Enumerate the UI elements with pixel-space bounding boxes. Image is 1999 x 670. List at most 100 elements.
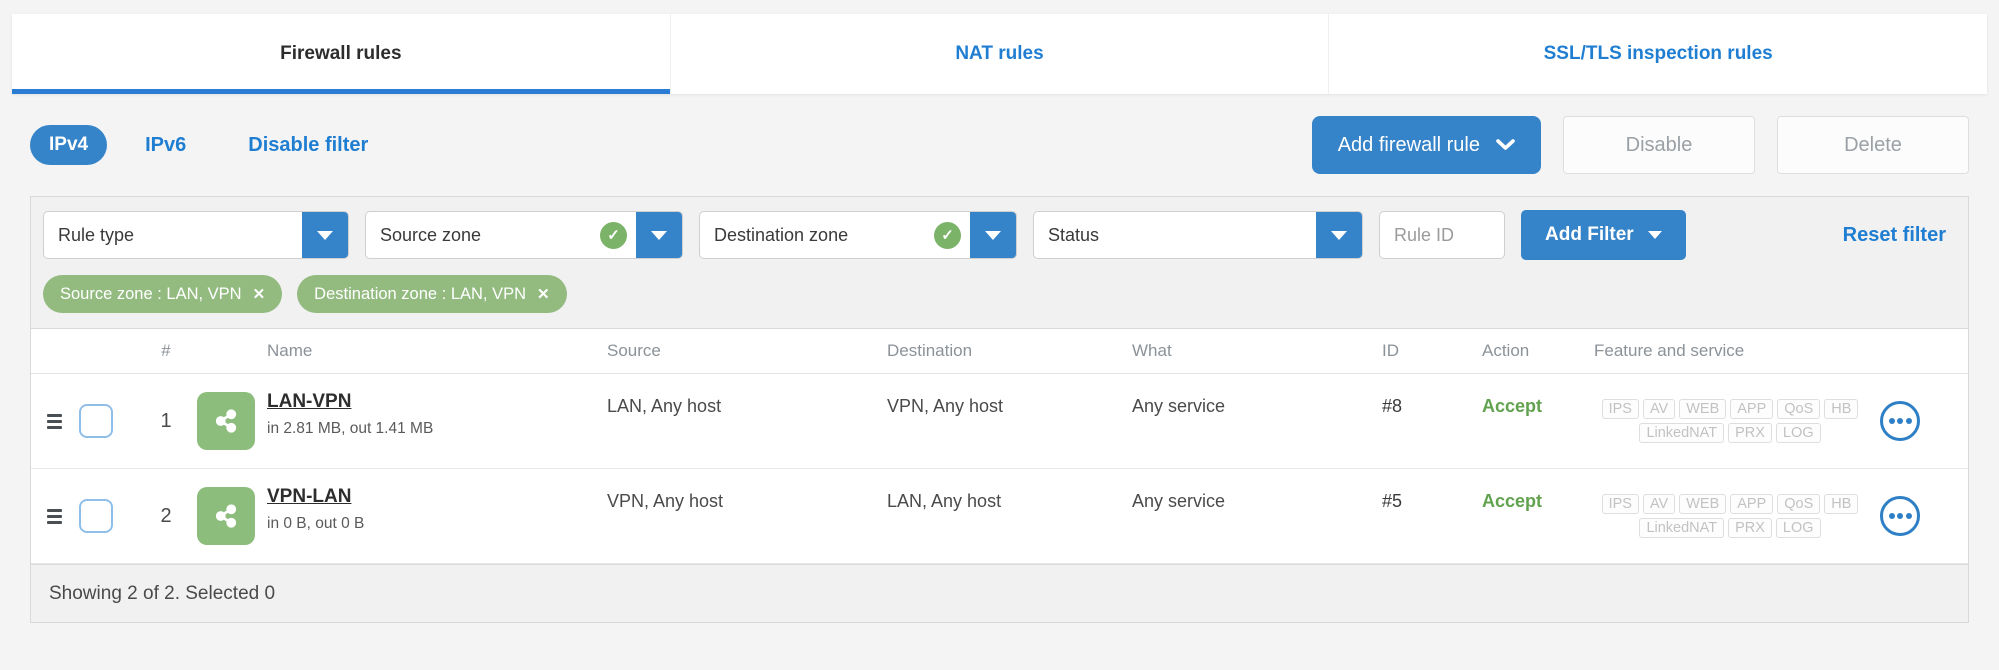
- rule-what: Any service: [1132, 396, 1226, 416]
- ipv4-toggle[interactable]: IPv4: [30, 125, 108, 165]
- badge-linkednat: LinkedNAT: [1639, 518, 1725, 538]
- dropdown-label: Source zone: [380, 224, 482, 245]
- dropdown-open-button[interactable]: [1316, 212, 1362, 258]
- rule-destination: LAN, Any host: [887, 491, 1002, 511]
- filter-applied-check-icon: ✓: [600, 221, 627, 249]
- rule-type-tabbar: Firewall rules NAT rules SSL/TLS inspect…: [12, 14, 1987, 94]
- feature-badges: IPS AV WEB APP QoS HB LinkedNAT PRX LOG: [1594, 399, 1880, 443]
- rule-id: #5: [1382, 491, 1403, 511]
- dropdown-open-button[interactable]: [302, 212, 348, 258]
- badge-qos: QoS: [1777, 494, 1821, 514]
- badge-hb: HB: [1824, 399, 1859, 419]
- showing-status-text: Showing 2 of 2. Selected 0: [49, 582, 276, 604]
- feature-badges: IPS AV WEB APP QoS HB LinkedNAT PRX LOG: [1594, 494, 1880, 538]
- destination-zone-dropdown[interactable]: Destination zone ✓: [699, 211, 1017, 259]
- header-what: What: [1132, 341, 1172, 360]
- ipv6-toggle[interactable]: IPv6: [145, 134, 186, 157]
- toolbar-actions: Add firewall rule Disable Delete: [1311, 116, 1969, 174]
- caret-down-icon: [317, 230, 333, 240]
- badge-web: WEB: [1679, 399, 1727, 419]
- rule-name-cell: LAN-VPN in 2.81 MB, out 1.41 MB: [267, 374, 607, 438]
- table-row: 2 VPN-LAN in 0 B, out 0 B VPN, Any host …: [31, 469, 1968, 564]
- add-filter-button[interactable]: Add Filter: [1521, 210, 1686, 260]
- dropdown-label: Rule type: [58, 224, 135, 245]
- row-number: 1: [160, 409, 172, 432]
- rule-destination: VPN, Any host: [887, 396, 1004, 416]
- row-checkbox[interactable]: [79, 404, 113, 438]
- rule-what: Any service: [1132, 491, 1226, 511]
- badge-log: LOG: [1775, 518, 1821, 538]
- source-zone-dropdown[interactable]: Source zone ✓: [365, 211, 683, 259]
- disable-button[interactable]: Disable: [1563, 116, 1755, 174]
- add-firewall-rule-button[interactable]: Add firewall rule: [1311, 116, 1541, 174]
- dropdown-open-button[interactable]: [636, 212, 682, 258]
- header-action: Action: [1482, 341, 1530, 360]
- active-filter-chips: Source zone : LAN, VPN ✕ Destination zon…: [43, 275, 1956, 313]
- reset-filter-link[interactable]: Reset filter: [1843, 224, 1946, 247]
- badge-line: IPS AV WEB APP QoS HB: [1601, 494, 1859, 514]
- remove-filter-icon[interactable]: ✕: [253, 287, 266, 302]
- caret-down-icon: [651, 230, 667, 240]
- badge-line: LinkedNAT PRX LOG: [1639, 518, 1821, 538]
- remove-filter-icon[interactable]: ✕: [537, 287, 550, 302]
- badge-app: APP: [1730, 399, 1774, 419]
- header-name: Name: [267, 341, 313, 360]
- dropdown-open-button[interactable]: [970, 212, 1016, 258]
- badge-line: IPS AV WEB APP QoS HB: [1601, 399, 1859, 419]
- rule-name-cell: VPN-LAN in 0 B, out 0 B: [267, 469, 607, 533]
- badge-prx: PRX: [1728, 423, 1772, 443]
- filter-applied-check-icon: ✓: [934, 221, 961, 249]
- table-header-row: # Name Source Destination What ID Action…: [31, 329, 1968, 374]
- badge-ips: IPS: [1601, 399, 1639, 419]
- dropdown-label: Destination zone: [714, 224, 849, 245]
- drag-handle-icon[interactable]: [47, 508, 62, 524]
- status-dropdown[interactable]: Status: [1033, 211, 1363, 259]
- rule-action: Accept: [1482, 396, 1543, 416]
- firewall-rules-table: # Name Source Destination What ID Action…: [30, 328, 1969, 623]
- filter-panel: Rule type Source zone ✓ Destination zone…: [30, 196, 1969, 328]
- badge-qos: QoS: [1777, 399, 1821, 419]
- add-firewall-rule-label: Add firewall rule: [1337, 133, 1480, 156]
- rule-source: VPN, Any host: [607, 491, 724, 511]
- badge-log: LOG: [1775, 423, 1821, 443]
- header-destination: Destination: [887, 341, 973, 360]
- tab-label: Firewall rules: [280, 43, 402, 64]
- badge-web: WEB: [1679, 494, 1727, 514]
- badge-app: APP: [1730, 494, 1774, 514]
- rule-name-link[interactable]: LAN-VPN: [267, 391, 351, 412]
- toolbar: IPv4 IPv6 Disable filter Add firewall ru…: [0, 94, 1999, 196]
- rule-action: Accept: [1482, 491, 1543, 511]
- disable-filter-link[interactable]: Disable filter: [248, 134, 368, 157]
- rule-type-dropdown[interactable]: Rule type: [43, 211, 349, 259]
- row-checkbox[interactable]: [79, 499, 113, 533]
- delete-button[interactable]: Delete: [1777, 116, 1969, 174]
- header-id: ID: [1382, 341, 1399, 360]
- rule-id: #8: [1382, 396, 1403, 416]
- badge-av: AV: [1642, 399, 1676, 419]
- badge-av: AV: [1642, 494, 1676, 514]
- rule-source: LAN, Any host: [607, 396, 722, 416]
- network-share-icon[interactable]: [197, 487, 255, 545]
- badge-linkednat: LinkedNAT: [1639, 423, 1725, 443]
- table-footer: Showing 2 of 2. Selected 0: [31, 564, 1968, 622]
- badge-ips: IPS: [1601, 494, 1639, 514]
- chip-label: Destination zone : LAN, VPN: [314, 284, 527, 303]
- drag-handle-icon[interactable]: [47, 413, 62, 429]
- rule-name-link[interactable]: VPN-LAN: [267, 486, 351, 507]
- rule-traffic-stats: in 2.81 MB, out 1.41 MB: [267, 420, 434, 437]
- caret-down-icon: [1331, 230, 1347, 240]
- tab-ssl-tls-inspection-rules[interactable]: SSL/TLS inspection rules: [1328, 14, 1987, 94]
- dropdown-label: Status: [1048, 224, 1100, 245]
- caret-down-icon: [985, 230, 1001, 240]
- caret-down-icon: [1647, 231, 1662, 239]
- chevron-down-icon: [1496, 139, 1515, 151]
- tab-nat-rules[interactable]: NAT rules: [669, 14, 1329, 94]
- rule-id-input[interactable]: [1379, 211, 1505, 259]
- badge-line: LinkedNAT PRX LOG: [1639, 423, 1821, 443]
- network-share-icon[interactable]: [197, 392, 255, 450]
- chip-label: Source zone : LAN, VPN: [60, 284, 242, 303]
- tab-firewall-rules[interactable]: Firewall rules: [12, 14, 670, 94]
- row-menu-ellipsis-icon[interactable]: [1880, 496, 1920, 536]
- rule-traffic-stats: in 0 B, out 0 B: [267, 515, 365, 532]
- row-menu-ellipsis-icon[interactable]: [1880, 401, 1920, 441]
